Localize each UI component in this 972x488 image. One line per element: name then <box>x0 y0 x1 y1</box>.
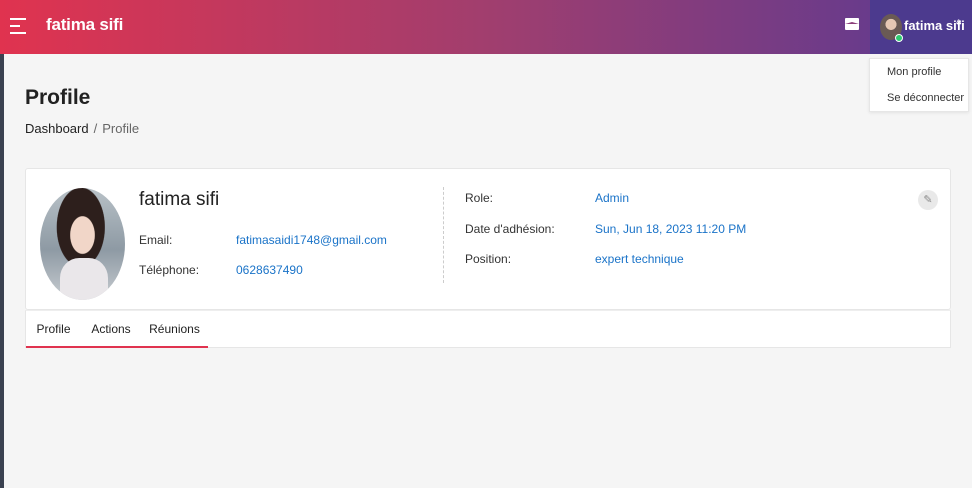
online-status-dot <box>895 34 903 42</box>
position-value: expert technique <box>595 252 684 266</box>
phone-value[interactable]: 0628637490 <box>236 263 303 277</box>
edit-icon[interactable]: ✎ <box>918 190 938 210</box>
left-edge-bar <box>0 54 4 488</box>
profile-photo <box>40 188 125 300</box>
email-label: Email: <box>139 233 173 247</box>
role-value: Admin <box>595 191 630 205</box>
phone-label: Téléphone: <box>139 263 200 277</box>
join-date-label: Date d'adhésion: <box>465 222 555 236</box>
envelope-icon[interactable] <box>845 18 859 30</box>
profile-name: fatima sifi <box>139 189 220 210</box>
breadcrumb-separator: / <box>93 121 98 136</box>
email-value[interactable]: fatimasaidi1748@gmail.com <box>236 233 387 247</box>
user-dropdown-menu: Mon profile Se déconnecter <box>869 58 969 112</box>
profile-card: fatima sifi Email: fatimasaidi1748@gmail… <box>25 168 951 310</box>
page-title: Profile <box>25 86 91 109</box>
vertical-divider <box>443 187 444 283</box>
menu-item-profile[interactable]: Mon profile <box>887 66 941 78</box>
app-title: fatima sifi <box>46 15 124 34</box>
role-label: Role: <box>465 191 494 205</box>
chevron-up-icon: ^ <box>956 18 962 30</box>
join-date-value: Sun, Jun 18, 2023 11:20 PM <box>595 222 747 236</box>
menu-item-logout[interactable]: Se déconnecter <box>887 92 964 104</box>
hamburger-icon[interactable] <box>10 18 26 34</box>
top-navbar: fatima sifi fatima sifi ^ <box>0 0 972 54</box>
position-label: Position: <box>465 252 512 266</box>
breadcrumb-dashboard[interactable]: Dashboard <box>25 121 89 136</box>
breadcrumb: Dashboard / Profile <box>25 121 139 136</box>
user-menu-toggle[interactable]: fatima sifi ^ <box>870 0 972 54</box>
tab-profile[interactable]: Profile <box>26 311 81 348</box>
breadcrumb-current: Profile <box>102 121 140 136</box>
tab-actions[interactable]: Actions <box>81 311 141 348</box>
profile-tabs: Profile Actions Réunions <box>25 310 951 348</box>
tab-reunions[interactable]: Réunions <box>141 311 208 348</box>
